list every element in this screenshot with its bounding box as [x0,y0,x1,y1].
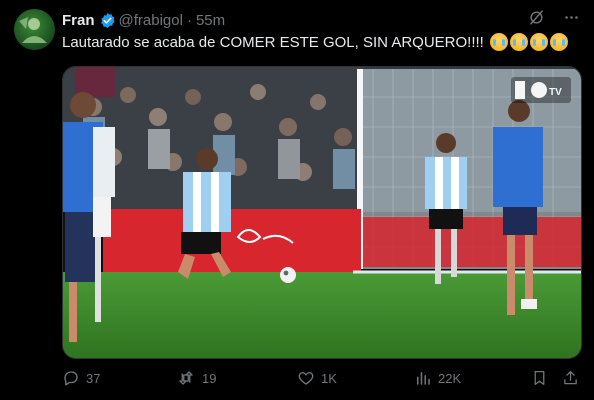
reply-icon [64,371,78,386]
view-count: 22K [438,370,462,386]
tweet-video[interactable]: TV [62,66,582,359]
reply-count: 37 [86,370,101,386]
tweet-text: Lautarado se acaba de COMER ESTE GOL, SI… [62,33,570,53]
tweet-header: Fran @frabigol · 55m [62,10,225,30]
crying-emoji-icon [489,33,508,51]
retweet-button[interactable]: 19 [176,369,216,387]
video-frame: TV [63,67,581,358]
tweet-actions-bar: 37 19 1K 22K [62,369,580,393]
grok-icon[interactable] [528,9,545,26]
reply-button[interactable]: 37 [62,369,100,387]
more-options-icon[interactable] [563,9,580,26]
tweet-top-actions [528,9,580,26]
author-name[interactable]: Fran [62,12,95,29]
bookmark-icon [534,370,545,386]
verified-badge-icon [99,12,116,29]
crying-emoji-group [489,33,570,53]
crying-emoji-icon [549,33,568,51]
analytics-icon [417,372,430,385]
broadcaster-logo-text: TV [549,87,562,98]
separator-dot: · [186,11,192,29]
views-button[interactable]: 22K [414,369,461,387]
crying-emoji-icon [529,33,548,51]
crying-emoji-icon [509,33,528,51]
retweet-count: 19 [202,370,217,386]
like-count: 1K [321,370,337,386]
share-icon [564,370,577,385]
tweet-body: Lautarado se acaba de COMER ESTE GOL, SI… [62,33,484,51]
author-handle[interactable]: @frabigol [119,12,183,29]
avatar-image [19,17,47,43]
heart-icon [298,372,314,385]
like-button[interactable]: 1K [297,369,337,387]
bookmark-button[interactable] [531,369,548,387]
share-button[interactable] [562,369,579,387]
avatar[interactable] [14,9,55,50]
timestamp[interactable]: 55m [196,12,225,29]
retweet-icon [179,371,193,385]
